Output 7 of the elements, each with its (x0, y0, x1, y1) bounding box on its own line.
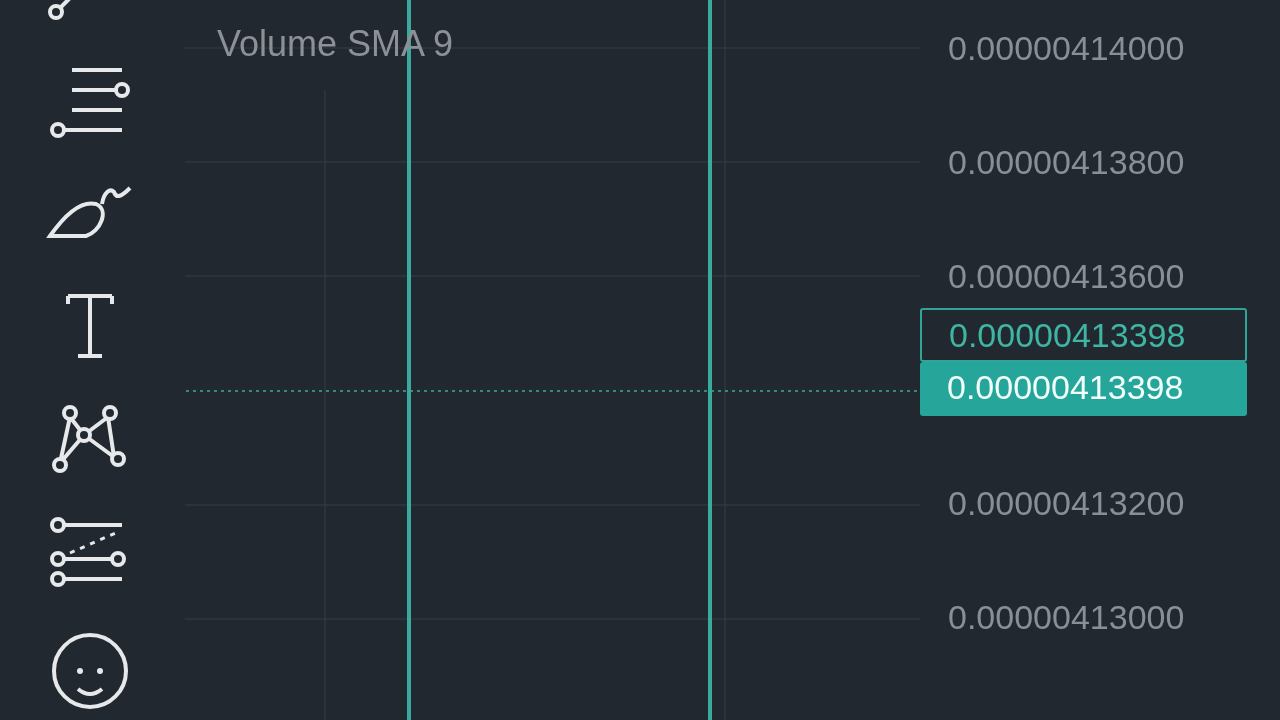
crosshair-price-label: 0.00000413398 (920, 308, 1247, 362)
price-tick-label: 0.00000413800 (947, 142, 1186, 183)
price-tick-label: 0.00000413000 (947, 597, 1186, 638)
price-tick-label: 0.00000414000 (947, 28, 1186, 69)
last-price-label: 0.00000413398 (920, 362, 1247, 416)
price-tick-label: 0.00000413200 (947, 483, 1186, 524)
price-tick-label: 0.00000413600 (947, 256, 1186, 297)
